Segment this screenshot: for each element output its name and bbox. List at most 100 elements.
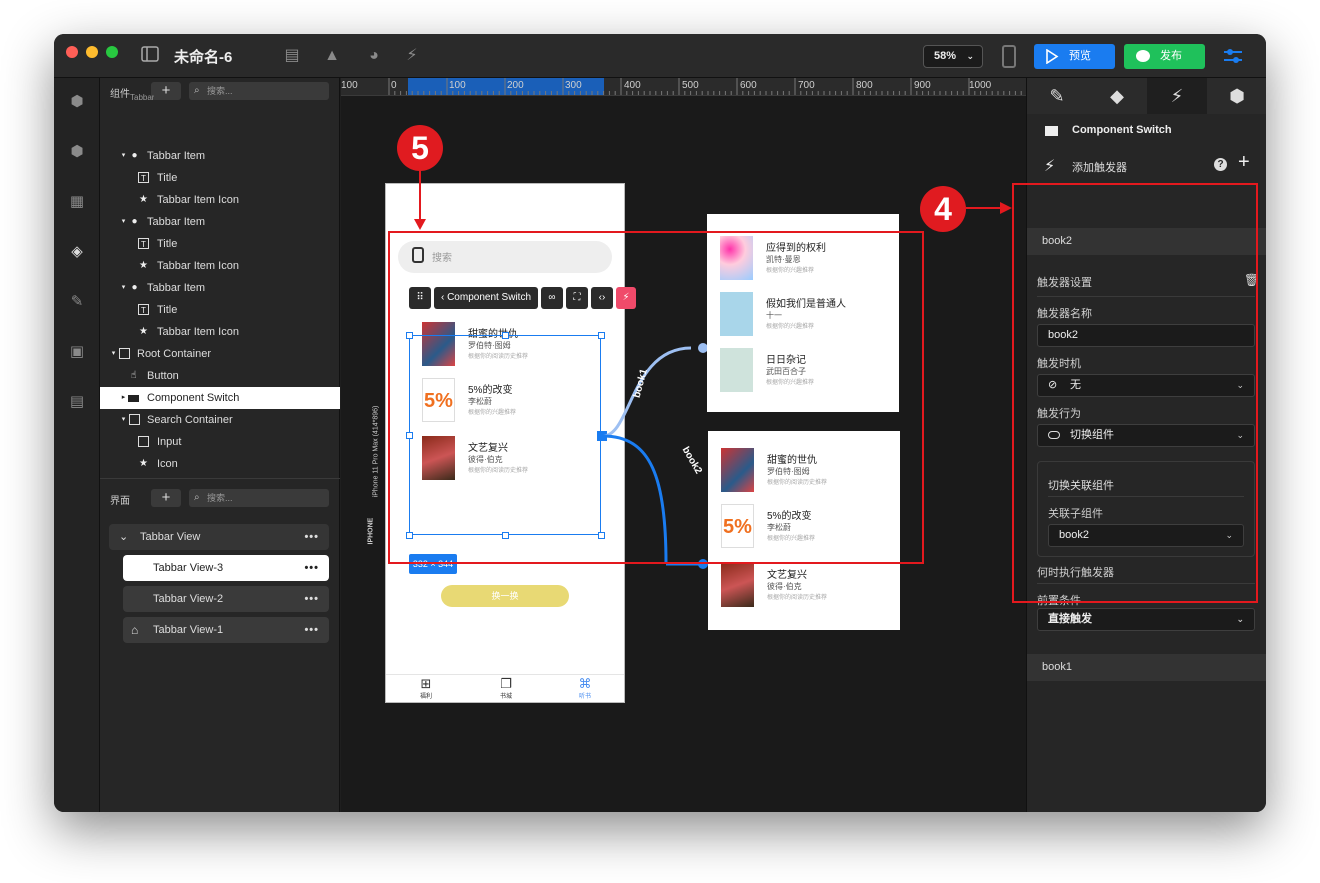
ruler-label: 400 (624, 80, 641, 91)
trigger-tab-icon[interactable]: ⚡ (1147, 78, 1207, 114)
panel-divider[interactable] (100, 478, 340, 479)
tab-audiobook[interactable]: ⌘ 听书 (575, 676, 595, 701)
tab-label: 听书 (578, 694, 591, 700)
assets-icon[interactable]: ◕ (364, 46, 384, 66)
layers-icon[interactable]: ◈ (67, 242, 87, 262)
add-component-button[interactable]: + (151, 82, 181, 100)
help-icon[interactable]: ? (1214, 158, 1227, 171)
view-tabbar-view[interactable]: ⌄ Tabbar View ••• (109, 524, 329, 550)
view-label: Tabbar View-1 (153, 624, 224, 636)
views-search-input[interactable]: ⌕ 搜索... (189, 489, 329, 507)
layers-panel: 组件 + ⌕ 搜索... Tabbar ▾ ● Tabbar Item T Ti… (100, 78, 340, 812)
layer-tabbar-item-2[interactable]: ▾ ● Tabbar Item (100, 211, 340, 233)
view-label: Tabbar View-2 (153, 593, 224, 605)
view-tabbar-view-3[interactable]: Tabbar View-3 ••• (123, 555, 329, 581)
search-icon: ⌕ (194, 85, 200, 96)
add-view-button[interactable]: + (151, 489, 181, 507)
pages-icon[interactable]: ▣ (67, 342, 87, 362)
drive-icon[interactable]: ▲ (322, 46, 342, 66)
more-icon[interactable]: ••• (304, 617, 319, 643)
layers-search-input[interactable]: ⌕ 搜索... (189, 82, 329, 100)
chevron-down-icon: ⌄ (1236, 614, 1244, 624)
container-icon (129, 414, 140, 425)
add-trigger-button[interactable]: + (1238, 151, 1250, 174)
device-icon[interactable] (1002, 45, 1016, 68)
template-icon[interactable]: ▤ (67, 392, 87, 412)
zoom-value: 58% (934, 50, 957, 62)
star-icon: ★ (139, 458, 148, 469)
trigger-book1-header[interactable]: book1 (1027, 654, 1266, 681)
layer-title-3[interactable]: T Title (100, 299, 340, 321)
document-icon[interactable]: ▤ (282, 46, 302, 66)
minimize-window-button[interactable] (86, 46, 98, 58)
star-icon: ★ (139, 194, 148, 205)
layer-component-switch[interactable]: ▸ Component Switch (100, 387, 340, 409)
tab-welfare[interactable]: ⊞ 福利 (416, 676, 436, 701)
settings-sliders-icon[interactable] (1222, 45, 1244, 67)
dashboard-icon[interactable]: ▦ (67, 192, 87, 212)
swap-button[interactable]: 换一换 (441, 585, 569, 607)
annotation-box-props (1012, 183, 1258, 603)
document-title: 未命名-6 (174, 49, 233, 66)
close-window-button[interactable] (66, 46, 78, 58)
precondition-select[interactable]: 直接触发 ⌄ (1037, 608, 1255, 631)
layer-label: Tabbar Item (147, 150, 206, 162)
views-section-label: 界面 (110, 496, 130, 507)
brush-icon[interactable]: ✎ (67, 292, 87, 312)
publish-button[interactable]: 发布 (1124, 44, 1205, 69)
layer-icon[interactable]: ★ Icon (100, 453, 340, 475)
sidebar-toggle-icon[interactable] (140, 46, 160, 66)
annotation-box-canvas (388, 231, 924, 564)
zoom-select[interactable]: 58% ⌄ (923, 45, 983, 68)
style-brush-icon[interactable]: ✎ (1027, 78, 1087, 114)
layer-title-1[interactable]: T Title (100, 167, 340, 189)
flash-icon[interactable]: ⚡ (402, 46, 422, 66)
command-icon: ⌘ (578, 676, 592, 691)
text-icon: T (138, 238, 149, 249)
layer-search-container[interactable]: ▾ Search Container (100, 409, 340, 431)
gift-icon: ⊞ (420, 676, 432, 691)
props-tabs: ✎ ◆ ⚡ ⬢ (1027, 78, 1266, 114)
layer-tabbar-item-1[interactable]: ▾ ● Tabbar Item (100, 145, 340, 167)
tab-bookstore[interactable]: ❐ 书城 (496, 677, 516, 701)
layer-title-2[interactable]: T Title (100, 233, 340, 255)
component-icon: ● (131, 216, 138, 227)
layer-label: Tabbar Item Icon (157, 260, 239, 272)
component-cube-icon[interactable]: ⬢ (67, 92, 87, 112)
book-cover (721, 563, 754, 607)
view-label: Tabbar View (140, 531, 201, 543)
flash-icon: ⚡ (1044, 158, 1056, 175)
layer-tabbar-item-3[interactable]: ▾ ● Tabbar Item (100, 277, 340, 299)
layer-tabbar-item-icon-1[interactable]: ★ Tabbar Item Icon (100, 189, 340, 211)
zoom-window-button[interactable] (106, 46, 118, 58)
view-tabbar-view-2[interactable]: Tabbar View-2 ••• (123, 586, 329, 612)
layer-label: Button (147, 370, 179, 382)
more-icon[interactable]: ••• (304, 524, 319, 550)
ruler-label: 300 (565, 80, 582, 91)
preview-button[interactable]: 预览 (1034, 44, 1115, 69)
components-section-label: 组件 (110, 89, 130, 100)
view-tabbar-view-1[interactable]: ⌂ Tabbar View-1 ••• (123, 617, 329, 643)
layer-label: Root Container (137, 348, 211, 360)
layer-root-container[interactable]: ▾ Root Container (100, 343, 340, 365)
layer-label: Component Switch (147, 392, 240, 404)
book2-item-3[interactable]: 文艺复兴 彼得·伯克 根据你的阅读历史推荐 (721, 563, 901, 613)
interaction-icon[interactable]: ◆ (1087, 78, 1147, 114)
layer-tabbar-item-icon-2[interactable]: ★ Tabbar Item Icon (100, 255, 340, 277)
layer-input[interactable]: Input (100, 431, 340, 453)
layer-label: Title (157, 172, 178, 184)
layer-partial-top: Tabbar (130, 93, 155, 102)
ruler-label: 900 (914, 80, 931, 91)
play-icon (1046, 49, 1059, 64)
ruler-label: 0 (391, 80, 397, 91)
annotation-badge-5: 5 (397, 125, 443, 171)
search-icon: ⌕ (194, 492, 200, 503)
component-tab-icon[interactable]: ⬢ (1207, 78, 1266, 114)
more-icon[interactable]: ••• (304, 586, 319, 612)
preview-label: 预览 (1069, 50, 1091, 62)
layer-button[interactable]: ☝ Button (100, 365, 340, 387)
more-icon[interactable]: ••• (304, 555, 319, 581)
chevron-down-icon: ⌄ (119, 531, 129, 543)
layer-tabbar-item-icon-3[interactable]: ★ Tabbar Item Icon (100, 321, 340, 343)
blocks-icon[interactable]: ⬢ (67, 142, 87, 162)
